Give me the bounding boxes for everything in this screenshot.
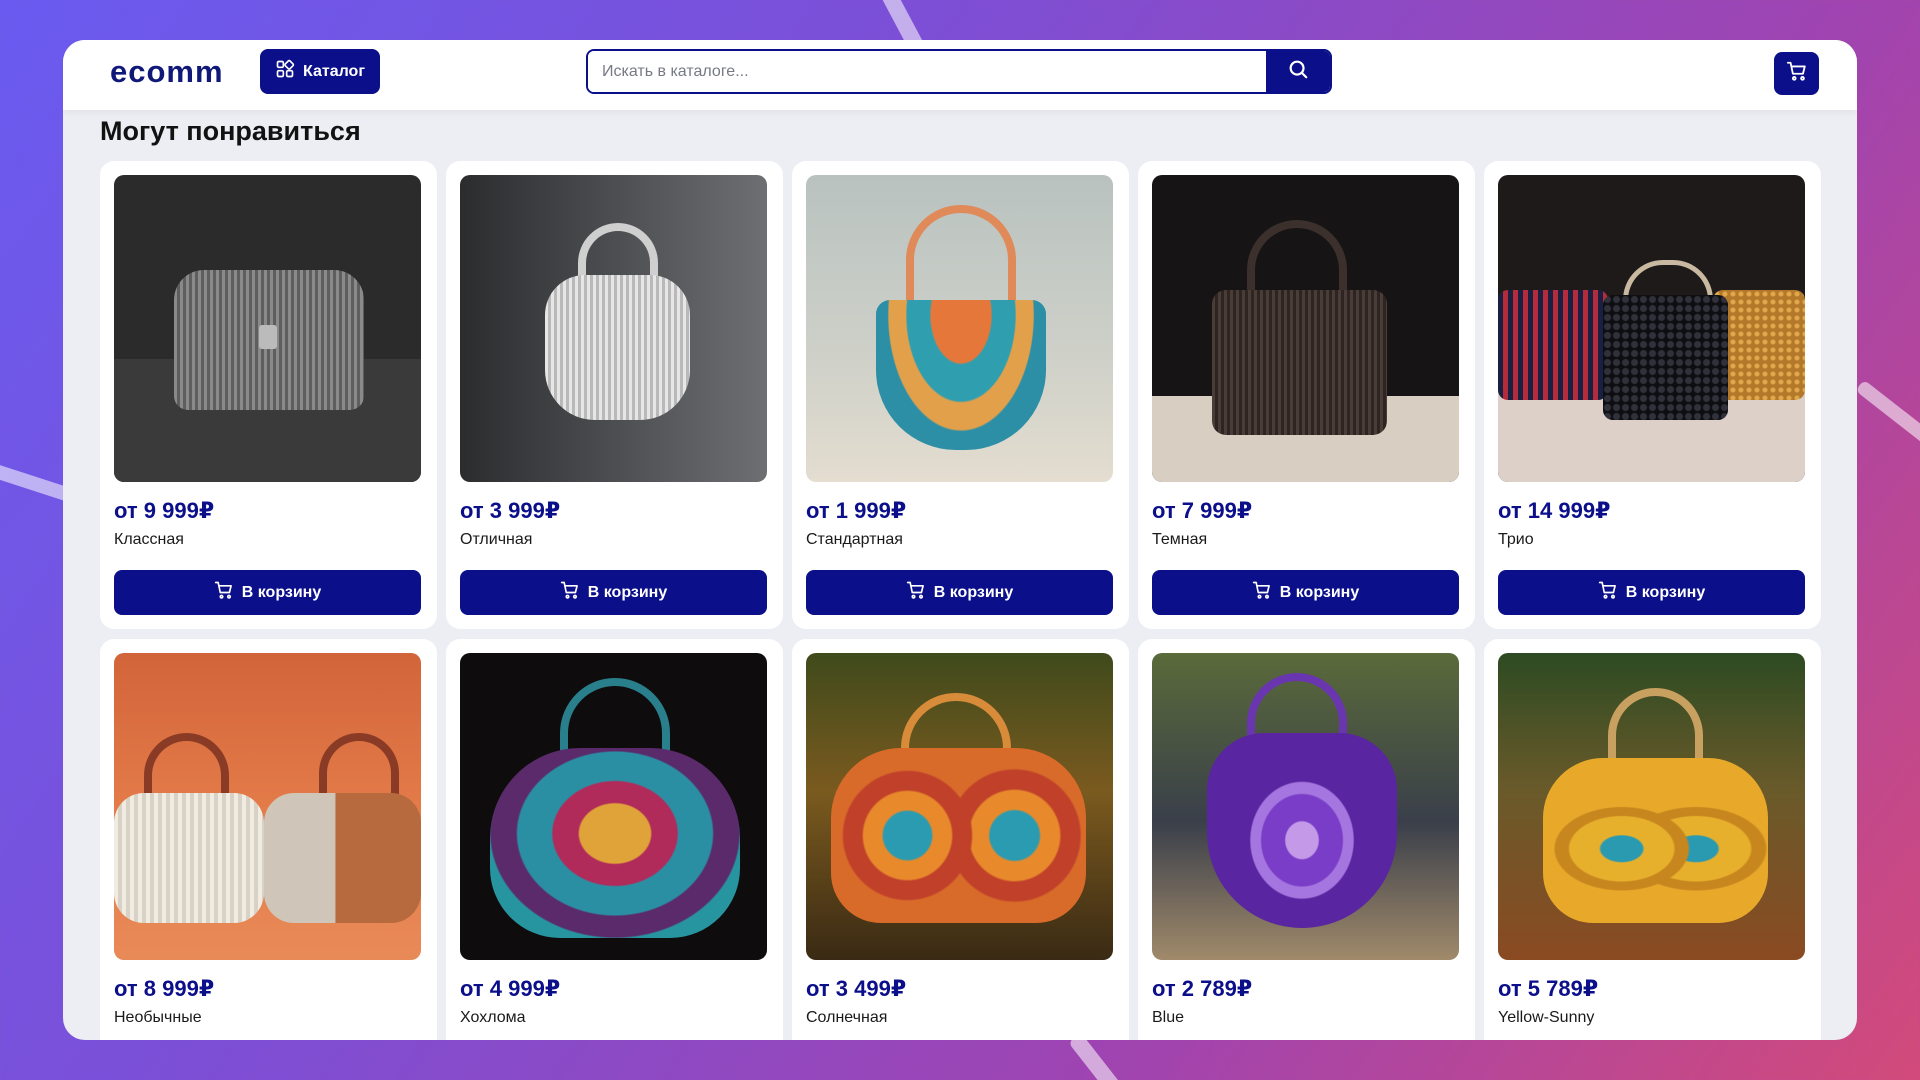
product-card[interactable]: от 1 999₽ Стандартная В корзину [792,161,1129,629]
product-image[interactable] [1152,653,1459,960]
product-price: от 3 999₽ [460,498,561,523]
section-title: Могут понравиться [100,116,361,146]
product-price: от 14 999₽ [1498,498,1611,523]
background-stripe [1855,379,1920,459]
cart-icon [560,580,580,605]
cart-icon [214,580,234,605]
product-image[interactable] [460,175,767,482]
product-name[interactable]: Стандартная [806,531,903,549]
add-to-cart-button[interactable]: В корзину [460,570,767,615]
add-to-cart-label: В корзину [587,583,668,601]
product-card[interactable]: от 4 999₽ Хохлома В корзину [446,639,783,1040]
cart-icon [1786,60,1808,87]
add-to-cart-button[interactable]: В корзину [114,570,421,615]
product-image[interactable] [1152,175,1459,482]
add-to-cart-button[interactable]: В корзину [806,570,1113,615]
logo[interactable]: ecomm [110,54,224,90]
product-price: от 3 499₽ [806,976,907,1001]
add-to-cart-button[interactable]: В корзину [1498,570,1805,615]
cart-icon [906,580,926,605]
product-image[interactable] [1498,175,1805,482]
search-icon [1287,58,1309,85]
add-to-cart-label: В корзину [1625,583,1706,601]
cart-button[interactable] [1774,52,1819,95]
add-to-cart-label: В корзину [1279,583,1360,601]
top-header: ecomm Каталог [63,40,1857,110]
product-name[interactable]: Blue [1152,1009,1184,1027]
product-name[interactable]: Солнечная [806,1009,887,1027]
product-name[interactable]: Темная [1152,531,1207,549]
product-image[interactable] [114,653,421,960]
add-to-cart-label: В корзину [241,583,322,601]
product-price: от 5 789₽ [1498,976,1599,1001]
add-to-cart-label: В корзину [933,583,1014,601]
product-card[interactable]: от 9 999₽ Классная В корзину [100,161,437,629]
product-card[interactable]: от 14 999₽ Трио В корзину [1484,161,1821,629]
cart-icon [1598,580,1618,605]
product-image[interactable] [806,175,1113,482]
product-image[interactable] [1498,653,1805,960]
product-card[interactable]: от 7 999₽ Темная В корзину [1138,161,1475,629]
product-image[interactable] [806,653,1113,960]
product-price: от 1 999₽ [806,498,907,523]
product-name[interactable]: Хохлома [460,1009,526,1027]
product-price: от 4 999₽ [460,976,561,1001]
product-name[interactable]: Yellow-Sunny [1498,1009,1594,1027]
search-input[interactable] [588,51,1268,92]
grid-icon [275,59,295,84]
product-name[interactable]: Трио [1498,531,1534,549]
product-price: от 2 789₽ [1152,976,1253,1001]
product-image[interactable] [114,175,421,482]
search-button[interactable] [1266,51,1330,92]
product-price: от 9 999₽ [114,498,215,523]
product-card[interactable]: от 3 499₽ Солнечная В корзину [792,639,1129,1040]
product-name[interactable]: Необычные [114,1009,202,1027]
product-price: от 7 999₽ [1152,498,1253,523]
add-to-cart-button[interactable]: В корзину [1152,570,1459,615]
search-bar [586,49,1332,94]
product-card[interactable]: от 8 999₽ Необычные В корзину [100,639,437,1040]
product-price: от 8 999₽ [114,976,215,1001]
product-card[interactable]: от 2 789₽ Blue В корзину [1138,639,1475,1040]
product-card[interactable]: от 5 789₽ Yellow-Sunny В корзину [1484,639,1821,1040]
cart-icon [1252,580,1272,605]
product-name[interactable]: Классная [114,531,184,549]
product-image[interactable] [460,653,767,960]
catalog-button[interactable]: Каталог [260,49,380,94]
product-grid: от 9 999₽ Классная В корзину от 3 999₽ О… [100,161,1821,1040]
product-name[interactable]: Отличная [460,531,532,549]
product-card[interactable]: от 3 999₽ Отличная В корзину [446,161,783,629]
catalog-label: Каталог [303,62,365,80]
app-window: ecomm Каталог Искать в каталоге... Могут… [63,40,1857,1040]
